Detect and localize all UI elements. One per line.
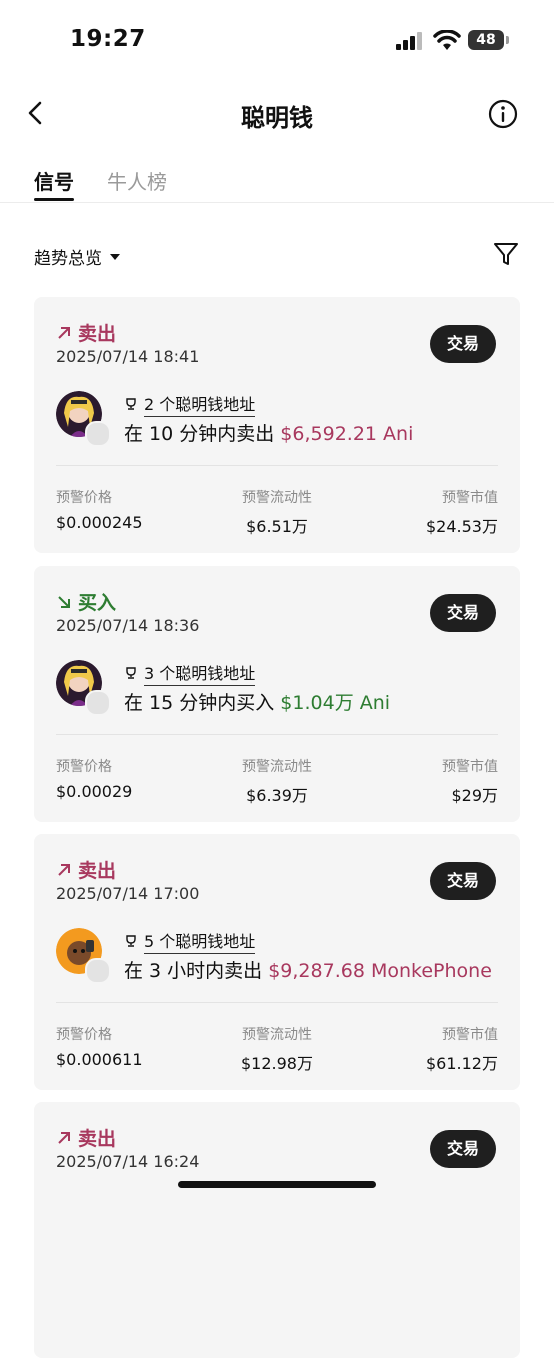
solana-chain-icon bbox=[85, 958, 111, 984]
page-title: 聪明钱 bbox=[241, 104, 313, 132]
arrow-up-right-icon bbox=[58, 1131, 70, 1144]
smart-money-address-link[interactable]: 2 个聪明钱地址 bbox=[124, 391, 256, 417]
divider bbox=[56, 734, 498, 735]
signal-card[interactable]: 卖出 2025/07/14 17:00 交易 5 个聪明钱地址 在 3 小时内卖… bbox=[34, 834, 520, 1090]
signal-amount: $9,287.68 MonkePhone bbox=[268, 960, 492, 982]
cellular-signal-icon bbox=[396, 32, 422, 50]
signal-card[interactable]: 卖出 2025/07/14 16:24 交易 bbox=[34, 1102, 520, 1358]
alert-liquidity: 预警流动性 $12.98万 bbox=[241, 1027, 313, 1073]
arrow-up-right-icon bbox=[58, 326, 70, 339]
signal-time: 2025/07/14 18:36 bbox=[56, 616, 200, 635]
active-tab-indicator bbox=[34, 198, 74, 201]
battery-cap bbox=[506, 36, 509, 44]
filter-funnel-icon[interactable] bbox=[492, 240, 520, 268]
status-time: 19:27 bbox=[70, 26, 146, 52]
trade-button[interactable]: 交易 bbox=[430, 325, 496, 363]
solana-chain-icon bbox=[85, 690, 111, 716]
alert-market-cap: 预警市值 $24.53万 bbox=[426, 490, 498, 536]
divider bbox=[56, 465, 498, 466]
smart-money-address-link[interactable]: 3 个聪明钱地址 bbox=[124, 660, 256, 686]
battery-icon: 48 bbox=[468, 30, 504, 50]
smart-money-address-link[interactable]: 5 个聪明钱地址 bbox=[124, 928, 256, 954]
wifi-icon bbox=[433, 30, 461, 50]
alert-market-cap: 预警市值 $61.12万 bbox=[426, 1027, 498, 1073]
trade-button[interactable]: 交易 bbox=[430, 594, 496, 632]
alert-price: 预警价格 $0.000611 bbox=[56, 1027, 143, 1069]
alert-liquidity: 预警流动性 $6.39万 bbox=[242, 759, 312, 805]
alert-liquidity: 预警流动性 $6.51万 bbox=[242, 490, 312, 536]
filter-row: 趋势总览 bbox=[0, 238, 554, 274]
signal-card[interactable]: 买入 2025/07/14 18:36 交易 3 个聪明钱地址 在 15 分钟内… bbox=[34, 566, 520, 822]
signal-amount: $1.04万 Ani bbox=[280, 692, 391, 714]
nav-bar: 聪明钱 bbox=[0, 82, 554, 146]
signal-description: 在 3 小时内卖出 $9,287.68 MonkePhone bbox=[124, 960, 492, 982]
trophy-icon bbox=[126, 935, 136, 947]
home-indicator[interactable] bbox=[178, 1181, 376, 1188]
signal-description: 在 15 分钟内买入 $1.04万 Ani bbox=[124, 692, 391, 714]
trade-button[interactable]: 交易 bbox=[430, 1130, 496, 1168]
signal-description: 在 10 分钟内卖出 $6,592.21 Ani bbox=[124, 423, 414, 445]
alert-market-cap: 预警市值 $29万 bbox=[442, 759, 498, 805]
arrow-up-right-icon bbox=[58, 863, 70, 876]
sell-label: 卖出 bbox=[56, 1124, 116, 1151]
alert-price: 预警价格 $0.00029 bbox=[56, 759, 133, 801]
signal-time: 2025/07/14 17:00 bbox=[56, 884, 200, 903]
sell-label: 卖出 bbox=[56, 856, 116, 883]
divider bbox=[56, 1002, 498, 1003]
trade-button[interactable]: 交易 bbox=[430, 862, 496, 900]
info-icon[interactable] bbox=[487, 98, 519, 130]
tab-bar: 信号 牛人榜 bbox=[0, 160, 554, 203]
tab-leaderboard[interactable]: 牛人榜 bbox=[107, 166, 167, 195]
tab-signals[interactable]: 信号 bbox=[34, 166, 74, 195]
solana-chain-icon bbox=[85, 421, 111, 447]
arrow-down-right-icon bbox=[58, 595, 70, 608]
caret-down-icon bbox=[110, 253, 120, 260]
trophy-icon bbox=[126, 667, 136, 679]
sell-label: 卖出 bbox=[56, 319, 116, 346]
signal-time: 2025/07/14 16:24 bbox=[56, 1152, 200, 1171]
trophy-icon bbox=[126, 398, 136, 410]
signal-amount: $6,592.21 Ani bbox=[280, 423, 414, 445]
status-bar: 19:27 48 bbox=[0, 0, 554, 80]
signal-time: 2025/07/14 18:41 bbox=[56, 347, 200, 366]
trend-overview-label: 趋势总览 bbox=[34, 249, 102, 269]
alert-price: 预警价格 $0.000245 bbox=[56, 490, 143, 532]
buy-label: 买入 bbox=[56, 588, 116, 615]
trend-overview-dropdown[interactable]: 趋势总览 bbox=[34, 244, 120, 269]
signal-card[interactable]: 卖出 2025/07/14 18:41 交易 2 个聪明钱地址 在 10 分钟内… bbox=[34, 297, 520, 553]
